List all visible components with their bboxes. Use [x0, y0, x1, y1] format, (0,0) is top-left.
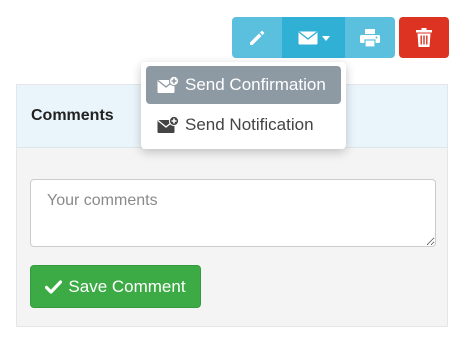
email-dropdown-menu: Send Confirmation Send Notification — [141, 62, 346, 149]
edit-button[interactable] — [232, 17, 282, 58]
printer-icon — [360, 28, 380, 47]
save-comment-label: Save Comment — [68, 276, 186, 296]
delete-button[interactable] — [399, 17, 449, 58]
envelope-icon — [298, 30, 317, 44]
menu-item-send-confirmation[interactable]: Send Confirmation — [146, 66, 341, 104]
comments-title: Comments — [31, 107, 114, 124]
action-button-group — [232, 17, 395, 58]
chevron-down-icon — [321, 36, 330, 41]
envelope-plus-icon — [157, 76, 179, 93]
envelope-plus-icon — [157, 116, 179, 133]
menu-item-label: Send Confirmation — [185, 75, 326, 94]
checkmark-icon — [45, 279, 63, 294]
record-toolbar — [232, 17, 449, 58]
save-comment-button[interactable]: Save Comment — [30, 265, 201, 308]
trash-icon — [416, 28, 432, 47]
comments-textarea[interactable] — [30, 179, 436, 247]
menu-item-label: Send Notification — [185, 115, 314, 134]
email-dropdown-button[interactable] — [282, 17, 345, 58]
print-button[interactable] — [345, 17, 395, 58]
menu-item-send-notification[interactable]: Send Notification — [146, 106, 341, 144]
pencil-icon — [250, 30, 265, 45]
